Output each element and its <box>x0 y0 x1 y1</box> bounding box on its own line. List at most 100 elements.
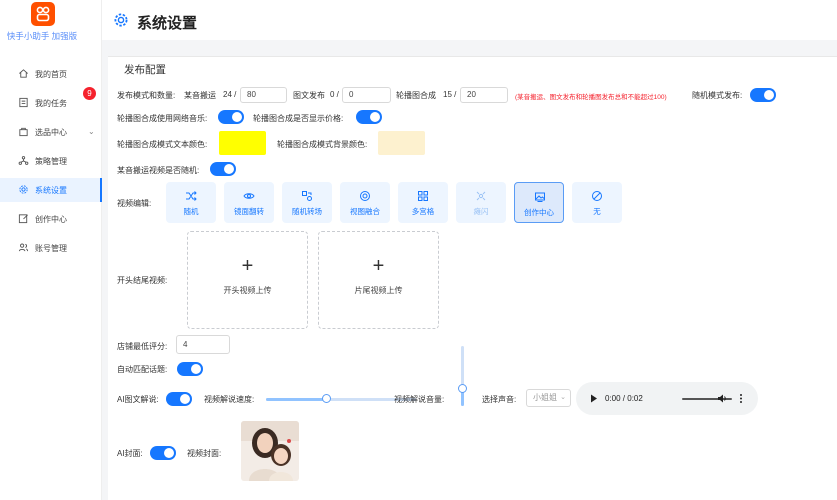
image-icon <box>535 192 545 202</box>
video-edit-option-flash[interactable]: 瘫闪 <box>456 182 506 223</box>
chevron-down-icon: ⌄ <box>560 394 566 401</box>
graphic-label: 图文发布 <box>293 91 325 100</box>
gear-icon <box>114 13 128 27</box>
plus-icon: + <box>372 255 385 277</box>
auto-topic-toggle[interactable] <box>177 362 203 376</box>
app-name: 快手小助手 加强版 <box>6 31 78 41</box>
more-options-icon[interactable] <box>739 393 743 404</box>
move-random-toggle[interactable] <box>210 162 236 176</box>
sidebar-item-label: 我的任务 <box>35 99 67 108</box>
video-edit-option-transition[interactable]: 随机转场 <box>282 182 332 223</box>
move-label: 某音搬运 <box>184 91 216 100</box>
voice-select[interactable]: 小姐姐 ⌄ <box>526 389 571 407</box>
cover-image <box>241 421 299 481</box>
volume-label: 视频解说音量: <box>394 395 445 404</box>
video-edit-option-random[interactable]: 随机 <box>166 182 216 223</box>
video-edit-option-mirror[interactable]: 镜面翻转 <box>224 182 274 223</box>
ai-narration-label: AI图文解说: <box>117 395 159 404</box>
sidebar-item-strategy[interactable]: 策略管理 <box>0 149 102 173</box>
publish-limit-note: (某音搬运、图文发布和轮播图发布总和不能超过100) <box>515 94 667 101</box>
ai-cover-toggle[interactable] <box>150 446 176 460</box>
auto-topic-label: 自动匹配话题: <box>117 365 168 374</box>
task-count-badge: 9 <box>83 87 96 100</box>
edit-icon <box>18 214 28 224</box>
flash-icon <box>476 191 486 201</box>
blend-icon <box>360 191 370 201</box>
grid-icon <box>418 191 428 201</box>
sidebar-item-label: 创作中心 <box>35 215 67 224</box>
audio-time: 0:00 / 0:02 <box>605 394 643 403</box>
video-edit-option-grid[interactable]: 多宫格 <box>398 182 448 223</box>
sidebar-item-home[interactable]: 我的首页 <box>0 62 102 86</box>
home-icon <box>19 69 28 78</box>
move-random-label: 某音搬运视频是否随机: <box>117 166 200 175</box>
transition-icon <box>302 191 312 201</box>
move-count: 24 / <box>223 90 237 99</box>
volume-slider-handle[interactable] <box>458 383 467 393</box>
volume-icon[interactable] <box>717 393 728 404</box>
strategy-icon <box>18 156 29 165</box>
intro-video-upload[interactable]: + 开头视频上传 <box>187 231 308 329</box>
price-toggle[interactable] <box>356 110 382 124</box>
carousel-quota-input[interactable]: 20 <box>460 87 508 103</box>
speed-slider-handle[interactable] <box>321 394 331 403</box>
carousel-label: 轮播图合成 <box>396 91 436 100</box>
sidebar-item-label: 我的首页 <box>35 70 67 79</box>
task-icon <box>19 97 28 108</box>
none-icon <box>592 191 602 201</box>
text-color-label: 轮播图合成模式文本颜色: <box>117 140 208 149</box>
sidebar-item-label: 账号管理 <box>35 244 67 253</box>
video-edit-option-create[interactable]: 创作中心 <box>514 182 564 223</box>
random-mode-label: 随机模式发布: <box>692 91 743 100</box>
sidebar-item-label: 策略管理 <box>35 157 67 166</box>
music-toggle[interactable] <box>218 110 244 124</box>
users-icon <box>18 243 29 252</box>
bg-color-label: 轮播图合成模式背景颜色: <box>277 140 368 149</box>
section-title: 发布配置 <box>124 64 166 76</box>
sidebar-item-label: 选品中心 <box>35 128 67 137</box>
price-label: 轮播图合成是否显示价格: <box>253 114 344 123</box>
sidebar-item-create[interactable]: 创作中心 <box>0 207 102 231</box>
text-color-swatch[interactable] <box>219 131 266 155</box>
sidebar: 快手小助手 加强版 我的首页 我的任务 9 选品中心 ⌄ 策略管理 系统设置 创… <box>0 0 102 500</box>
carousel-count: 15 / <box>443 90 457 99</box>
audio-player: 0:00 / 0:02 <box>576 382 758 415</box>
sidebar-item-label: 系统设置 <box>35 186 67 195</box>
bg-color-swatch[interactable] <box>378 131 425 155</box>
voice-label: 选择声音: <box>482 395 517 404</box>
sidebar-item-tasks[interactable]: 我的任务 9 <box>0 87 102 115</box>
shuffle-icon <box>186 191 197 201</box>
speed-slider-fill <box>266 398 326 401</box>
move-quota-input[interactable]: 80 <box>240 87 287 103</box>
bag-icon <box>19 127 28 137</box>
play-icon[interactable] <box>590 394 598 403</box>
speed-label: 视频解说速度: <box>204 395 255 404</box>
volume-slider[interactable] <box>461 346 464 406</box>
plus-icon: + <box>241 255 254 277</box>
random-mode-toggle[interactable] <box>750 88 776 102</box>
sidebar-item-accounts[interactable]: 账号管理 <box>0 236 102 260</box>
outro-video-upload[interactable]: + 片尾视频上传 <box>318 231 439 329</box>
ai-narration-toggle[interactable] <box>166 392 192 406</box>
music-label: 轮播图合成使用网络音乐: <box>117 114 208 123</box>
page-title: 系统设置 <box>137 15 198 32</box>
sidebar-item-products[interactable]: 选品中心 ⌄ <box>0 120 102 144</box>
video-edit-option-blend[interactable]: 视图融合 <box>340 182 390 223</box>
video-edit-option-none[interactable]: 无 <box>572 182 622 223</box>
graphic-quota-input[interactable]: 0 <box>342 87 391 103</box>
video-cover-thumbnail[interactable] <box>241 421 299 481</box>
min-score-input[interactable]: 4 <box>176 335 230 354</box>
cover-label: 视频封面: <box>187 449 222 458</box>
page-header: 系统设置 <box>102 0 837 40</box>
mirror-icon <box>243 193 255 199</box>
intro-outro-label: 开头结尾视频: <box>117 276 168 285</box>
gear-icon <box>19 185 28 194</box>
app-logo <box>31 2 55 26</box>
video-edit-label: 视频编辑: <box>117 199 152 208</box>
sidebar-item-settings[interactable]: 系统设置 <box>0 178 102 202</box>
ai-cover-label: AI封面: <box>117 449 143 458</box>
chevron-down-icon: ⌄ <box>88 127 95 136</box>
graphic-count: 0 / <box>330 90 339 99</box>
publish-mode-label: 发布模式和数量: <box>117 91 176 100</box>
min-score-label: 店铺最低评分: <box>117 342 168 351</box>
